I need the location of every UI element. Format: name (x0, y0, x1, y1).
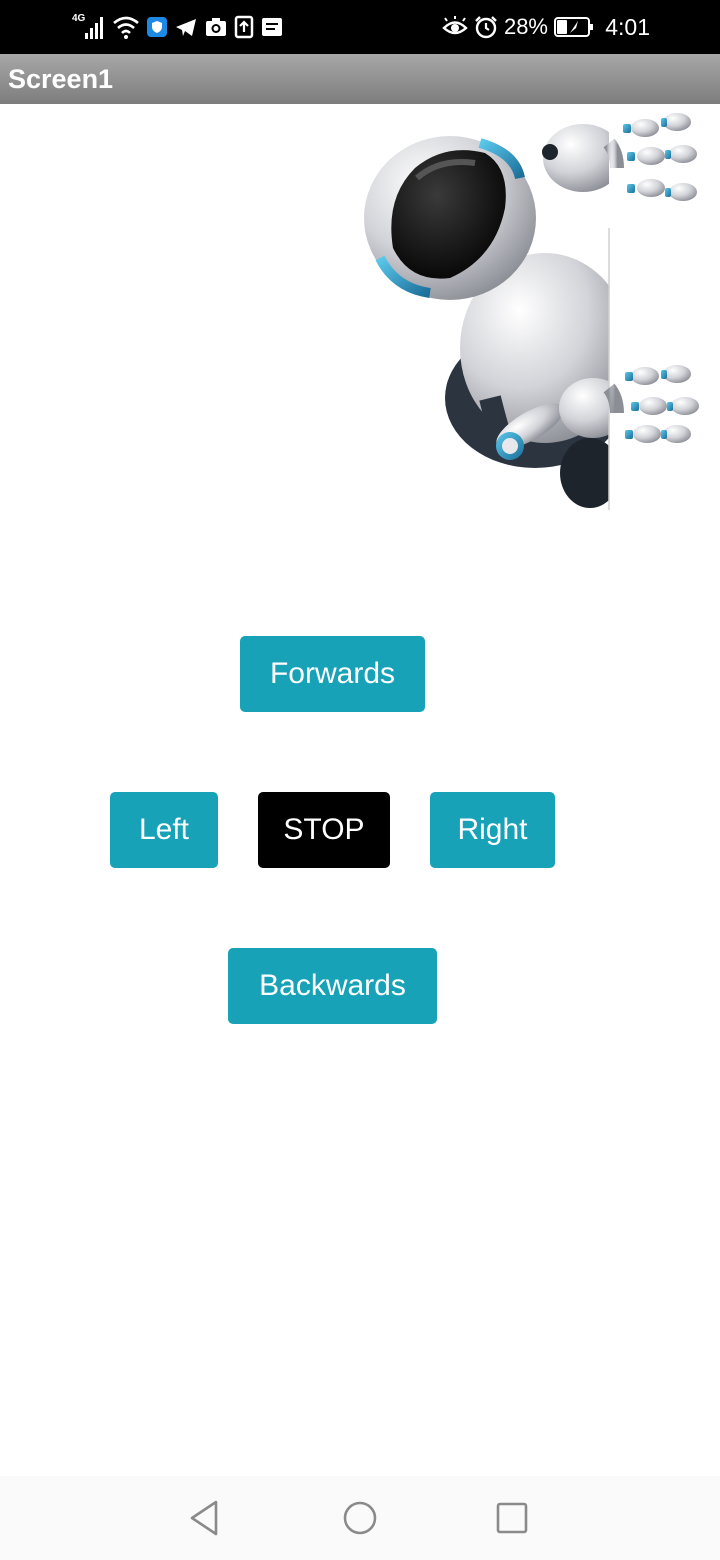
home-circle-icon[interactable] (338, 1496, 382, 1540)
battery-icon (554, 16, 594, 38)
battery-percent: 28% (503, 14, 548, 39)
status-bar: 4G 28% 4:01 (0, 0, 720, 54)
shield-app-icon (146, 16, 168, 38)
upload-icon (234, 15, 254, 39)
clock: 4:01 (605, 14, 650, 40)
backwards-button[interactable]: Backwards (228, 948, 437, 1024)
eye-icon (442, 16, 468, 38)
navigation-bar (0, 1476, 720, 1560)
back-triangle-icon[interactable] (184, 1496, 228, 1540)
forwards-button[interactable]: Forwards (240, 636, 425, 712)
robot-image (355, 108, 705, 510)
wifi-icon (112, 14, 140, 40)
recents-square-icon[interactable] (490, 1496, 534, 1540)
status-icons-right: 28% (442, 13, 594, 41)
right-button[interactable]: Right (430, 792, 555, 868)
screen-title: Screen1 (8, 64, 114, 94)
app-bar: Screen1 (0, 54, 720, 104)
message-icon (260, 16, 284, 38)
left-button[interactable]: Left (110, 792, 218, 868)
signal-icon: 4G (72, 13, 106, 41)
telegram-icon (174, 16, 198, 38)
camera-icon (204, 16, 228, 38)
status-icons-left: 4G (72, 13, 284, 41)
alarm-icon (474, 15, 498, 39)
stop-button[interactable]: STOP (258, 792, 390, 868)
